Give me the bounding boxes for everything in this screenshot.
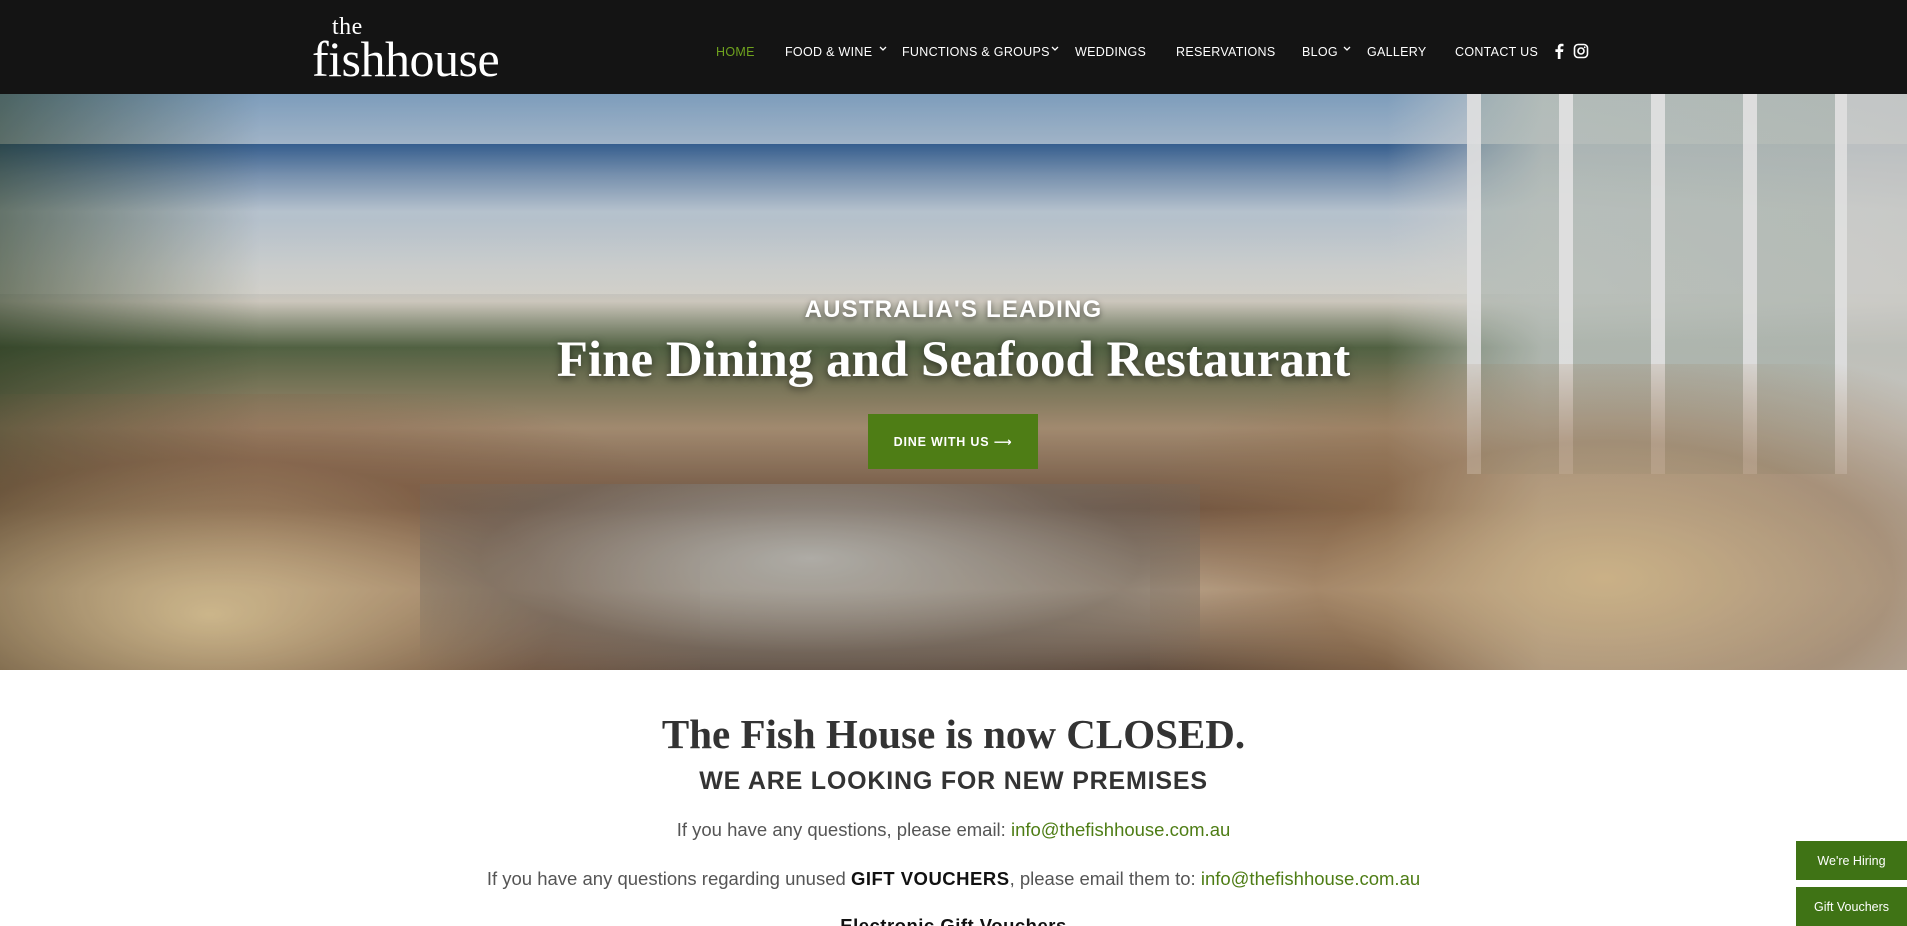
site-header: the fishhouse HOME FOOD & WINE FUNCTIONS…	[0, 0, 1907, 94]
nav-contact-us[interactable]: CONTACT US	[1455, 44, 1538, 60]
chevron-down-icon[interactable]	[1050, 41, 1060, 57]
hero-title: Fine Dining and Seafood Restaurant	[556, 332, 1351, 388]
vouchers-text-b: , please email them to:	[1009, 868, 1201, 889]
vouchers-email-link[interactable]: info@thefishhouse.com.au	[1201, 868, 1420, 889]
questions-paragraph: If you have any questions, please email:…	[0, 818, 1907, 842]
electronic-vouchers-paragraph: Electronic Gift Vouchers	[0, 914, 1907, 926]
nav-gallery[interactable]: GALLERY	[1367, 44, 1427, 60]
premises-subheading: WE ARE LOOKING FOR NEW PREMISES	[699, 767, 1208, 795]
chevron-down-icon[interactable]	[878, 41, 888, 57]
hero-kicker: AUSTRALIA'S LEADING	[804, 296, 1103, 323]
email-link[interactable]: info@thefishhouse.com.au	[1011, 819, 1230, 840]
were-hiring-tab[interactable]: We're Hiring	[1796, 841, 1907, 880]
gift-vouchers-strong: GIFT VOUCHERS	[850, 868, 1010, 889]
gift-vouchers-tab[interactable]: Gift Vouchers	[1796, 887, 1907, 926]
nav-reservations[interactable]: RESERVATIONS	[1176, 44, 1275, 60]
chevron-down-icon[interactable]	[1342, 41, 1352, 57]
closed-heading: The Fish House is now CLOSED.	[661, 711, 1246, 757]
dine-with-us-button[interactable]: DINE WITH US ⟶	[868, 414, 1038, 469]
nav-home[interactable]: HOME	[716, 44, 755, 60]
nav-blog[interactable]: BLOG	[1302, 44, 1338, 60]
facebook-icon[interactable]	[1551, 42, 1567, 60]
nav-weddings[interactable]: WEDDINGS	[1075, 44, 1146, 60]
vouchers-text-a: If you have any questions regarding unus…	[486, 868, 851, 889]
nav-functions-groups[interactable]: FUNCTIONS & GROUPS	[902, 44, 1050, 60]
questions-text: If you have any questions, please email:	[676, 819, 1011, 840]
vouchers-paragraph: If you have any questions regarding unus…	[0, 867, 1907, 891]
electronic-vouchers-strong: Electronic Gift Vouchers	[840, 915, 1067, 926]
hero-banner: AUSTRALIA'S LEADING Fine Dining and Seaf…	[0, 94, 1907, 670]
nav-food-wine[interactable]: FOOD & WINE	[785, 44, 872, 60]
instagram-icon[interactable]	[1573, 42, 1589, 60]
main-nav: HOME FOOD & WINE FUNCTIONS & GROUPS WEDD…	[0, 44, 1907, 60]
